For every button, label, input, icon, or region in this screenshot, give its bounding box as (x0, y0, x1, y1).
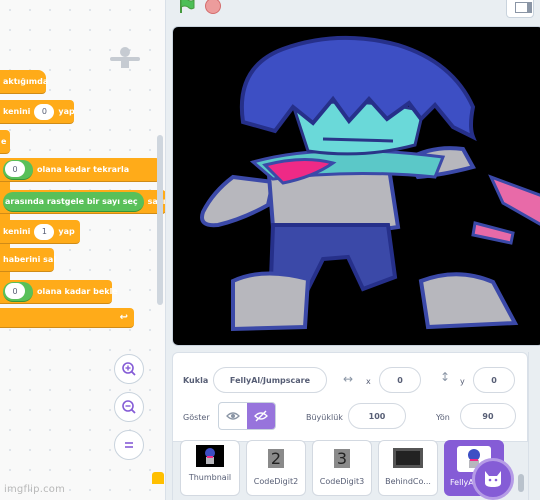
code-block-repeat-until[interactable]: 0 olana kadar tekrarla (0, 158, 160, 182)
y-field[interactable]: 0 (473, 367, 515, 393)
visibility-toggle[interactable] (218, 402, 276, 430)
equals-icon (125, 442, 133, 448)
zoom-in-button[interactable] (114, 354, 144, 384)
y-arrow-icon: ↕ (440, 370, 451, 384)
show-label: Göster (183, 413, 210, 422)
code-block-event[interactable]: aktığımda (0, 70, 48, 94)
code-block-wait-until[interactable]: 0 olana kadar bekle (0, 280, 118, 304)
sprite-thumbnail (391, 445, 425, 471)
scratch-editor: aktığımda kenini 0 yap e 0 olana kadar t… (0, 0, 540, 500)
stage-target-strip (528, 352, 540, 500)
hide-eye-icon[interactable] (247, 403, 275, 429)
green-flag-icon[interactable] (178, 0, 196, 14)
sprite-thumbnail (196, 445, 224, 467)
loop-arrow-icon: ↩ (119, 312, 128, 323)
sprite-tile[interactable]: BehindCo... (378, 440, 438, 496)
backpack-tab[interactable] (152, 472, 164, 484)
code-block-set-variable-2[interactable]: kenini 1 yap (0, 220, 80, 244)
sprite-thumbnail: 3 (325, 445, 359, 471)
code-block-fragment[interactable]: e (0, 130, 10, 154)
y-label: y (460, 377, 465, 386)
repeat-block-end[interactable]: ↩ (0, 308, 134, 328)
sprite-list-scrollbar[interactable] (518, 474, 524, 492)
zoom-in-icon (122, 362, 136, 376)
code-scrollbar[interactable] (157, 135, 163, 305)
sprite-thumbnail: 2 (259, 445, 293, 471)
sprite-tile[interactable]: 3 CodeDigit3 (312, 440, 372, 496)
value-slot[interactable]: 0 (34, 103, 55, 120)
jumpscare-character (200, 35, 540, 332)
direction-field[interactable]: 90 (460, 403, 516, 429)
code-area[interactable]: aktığımda kenini 0 yap e 0 olana kadar t… (0, 0, 166, 500)
cat-icon (485, 471, 501, 487)
show-eye-icon[interactable] (219, 403, 247, 429)
condition-block[interactable]: 0 (3, 159, 33, 180)
size-field[interactable]: 100 (348, 403, 406, 429)
random-operator[interactable]: arasında rastgele bir sayı seç (3, 191, 144, 212)
sprite-label: Kukla (183, 376, 209, 385)
code-block-broadcast[interactable]: haberini sal (0, 248, 56, 272)
stage-layout-button[interactable] (506, 0, 534, 18)
zoom-reset-button[interactable] (114, 430, 144, 460)
sprite-name-field[interactable]: FellyAl/Jumpscare (213, 367, 327, 393)
x-arrow-icon: ↔ (343, 372, 354, 386)
value-slot[interactable]: 0 (5, 283, 25, 299)
condition-block-2[interactable]: 0 (3, 281, 33, 302)
sprite-tile[interactable]: 2 CodeDigit2 (246, 440, 306, 496)
x-label: x (366, 377, 371, 386)
stage-header (166, 0, 540, 22)
zoom-out-button[interactable] (114, 392, 144, 422)
code-block-set-variable[interactable]: kenini 0 yap (0, 100, 75, 124)
stage[interactable] (172, 26, 540, 346)
add-sprite-button[interactable] (472, 458, 514, 500)
direction-label: Yön (436, 413, 450, 422)
value-slot[interactable]: 0 (5, 161, 25, 177)
imgflip-watermark: imgflip.com (4, 484, 66, 495)
sprite-tile[interactable]: Thumbnail (180, 440, 240, 496)
sprite-ghost-icon (110, 47, 140, 68)
code-block-random[interactable]: arasında rastgele bir sayı seç sayı (0, 190, 165, 214)
size-label: Büyüklük (306, 413, 343, 422)
x-field[interactable]: 0 (379, 367, 421, 393)
value-slot[interactable]: 1 (34, 223, 55, 240)
zoom-out-icon (122, 400, 136, 414)
